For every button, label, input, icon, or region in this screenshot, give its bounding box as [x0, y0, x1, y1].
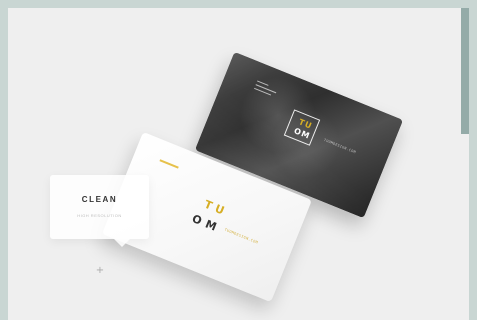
accent-line: [159, 159, 179, 169]
card-meta-lines: [253, 80, 283, 102]
brand-top-letters: TU: [202, 197, 230, 219]
marker-icon: +: [95, 265, 105, 276]
brand-url: TUOMDESIGN.COM: [323, 137, 357, 155]
mockup-frame: TU OM TUOMDESIGN.COM TU OM TUOMDESIGN.CO…: [0, 0, 477, 320]
brand-mark: TU OM: [283, 109, 321, 146]
callout-subtitle: HIGH RESOLUTION: [77, 213, 122, 218]
mockup-canvas: TU OM TUOMDESIGN.COM TU OM TUOMDESIGN.CO…: [8, 8, 469, 320]
brand-logo: TU OM: [186, 194, 239, 245]
feature-callout: CLEAN HIGH RESOLUTION: [50, 175, 149, 247]
edge-accent: [461, 8, 469, 134]
callout-title: CLEAN: [81, 195, 118, 204]
brand-url: TUOMDESIGN.COM: [223, 227, 259, 245]
